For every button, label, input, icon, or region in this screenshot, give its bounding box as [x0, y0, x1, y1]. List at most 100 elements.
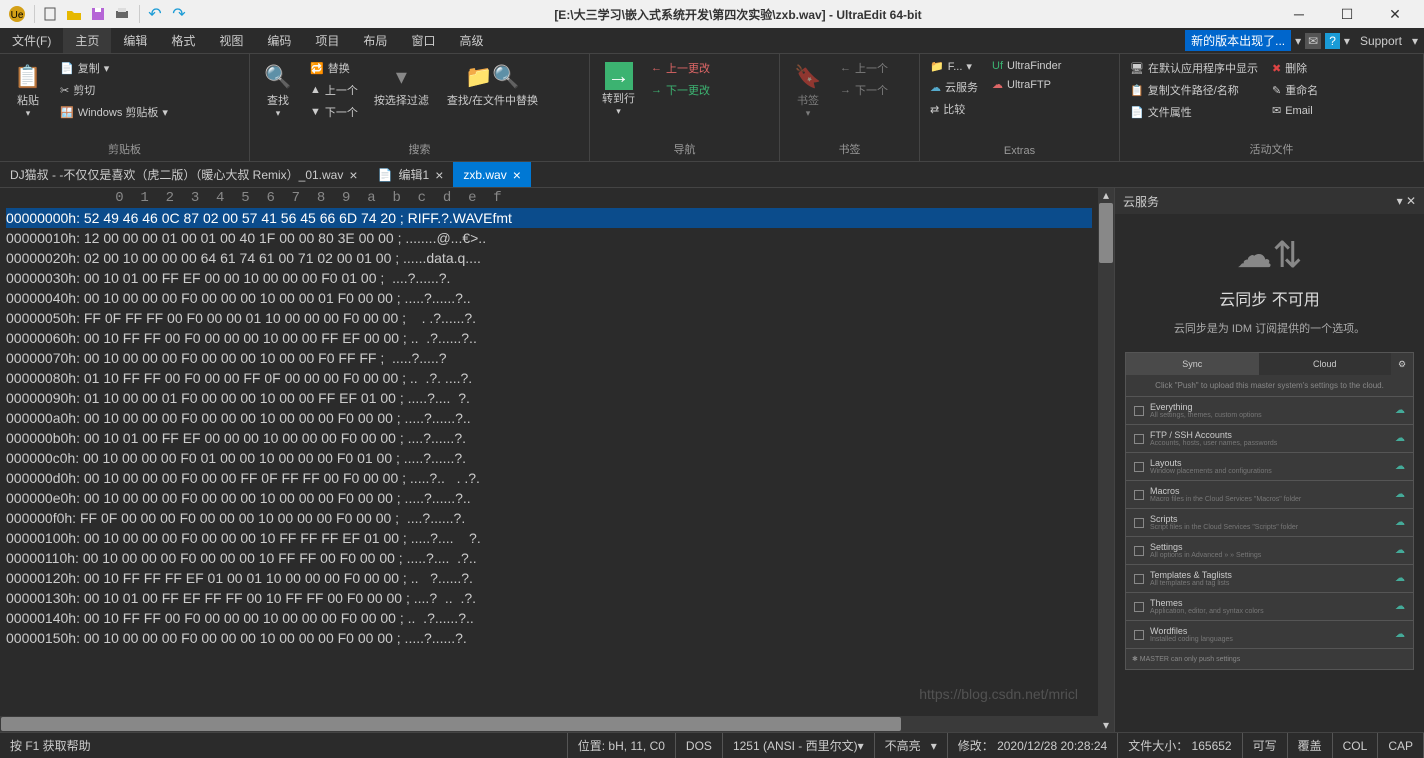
- checkbox[interactable]: [1134, 630, 1144, 640]
- menu-格式[interactable]: 格式: [159, 28, 207, 53]
- hex-row[interactable]: 00000100h: 00 10 00 00 00 F0 00 00 00 10…: [6, 528, 1092, 548]
- replace-button[interactable]: 🔁替换: [306, 58, 362, 78]
- status-highlight[interactable]: 不高亮 ▾: [875, 733, 948, 758]
- menu-高级[interactable]: 高级: [447, 28, 495, 53]
- undo-icon[interactable]: ↶: [144, 3, 166, 25]
- minimize-button[interactable]: ─: [1284, 6, 1314, 23]
- cloud-service-button[interactable]: ☁云服务: [926, 77, 982, 97]
- tab-sync[interactable]: Sync: [1126, 353, 1259, 375]
- file-tab[interactable]: 📄编辑1×: [368, 162, 454, 187]
- hex-row[interactable]: 00000150h: 00 10 00 00 00 F0 00 00 00 10…: [6, 628, 1092, 648]
- maximize-button[interactable]: ☐: [1332, 6, 1362, 23]
- hex-row[interactable]: 00000130h: 00 10 01 00 FF EF FF FF 00 10…: [6, 588, 1092, 608]
- bookmark-next-button[interactable]: →下一个: [836, 80, 892, 100]
- menu-项目[interactable]: 项目: [303, 28, 351, 53]
- print-icon[interactable]: [111, 3, 133, 25]
- next-change-button[interactable]: →下一更改: [647, 80, 714, 100]
- find-in-files-button[interactable]: 📁🔍查找/在文件中替换: [441, 58, 544, 112]
- checkbox[interactable]: [1134, 602, 1144, 612]
- menu-编码[interactable]: 编码: [255, 28, 303, 53]
- copy-path-button[interactable]: 📋复制文件路径/名称: [1126, 80, 1262, 100]
- checkbox[interactable]: [1134, 462, 1144, 472]
- hex-content[interactable]: 00000000h: 52 49 46 46 0C 87 02 00 57 41…: [0, 208, 1098, 716]
- sync-item[interactable]: LayoutsWindow placements and configurati…: [1126, 452, 1413, 480]
- hex-row[interactable]: 000000e0h: 00 10 00 00 00 F0 00 00 00 10…: [6, 488, 1092, 508]
- filter-button[interactable]: ▾按选择过滤: [368, 58, 435, 112]
- panel-close-icon[interactable]: ✕: [1406, 194, 1416, 208]
- cut-button[interactable]: ✂剪切: [56, 80, 172, 100]
- hex-row[interactable]: 00000080h: 01 10 FF FF 00 F0 00 00 FF 0F…: [6, 368, 1092, 388]
- sync-item[interactable]: WordfilesInstalled coding languages☁: [1126, 620, 1413, 648]
- save-icon[interactable]: [87, 3, 109, 25]
- sync-item[interactable]: ScriptsScript files in the Cloud Service…: [1126, 508, 1413, 536]
- tab-close-icon[interactable]: ×: [513, 167, 521, 183]
- hex-row[interactable]: 00000050h: FF 0F FF FF 00 F0 00 00 01 10…: [6, 308, 1092, 328]
- hex-row[interactable]: 00000070h: 00 10 00 00 00 F0 00 00 00 10…: [6, 348, 1092, 368]
- hex-row[interactable]: 00000000h: 52 49 46 46 0C 87 02 00 57 41…: [6, 208, 1092, 228]
- hex-row[interactable]: 00000060h: 00 10 FF FF 00 F0 00 00 00 10…: [6, 328, 1092, 348]
- hex-row[interactable]: 000000b0h: 00 10 01 00 FF EF 00 00 00 10…: [6, 428, 1092, 448]
- menu-主页[interactable]: 主页: [63, 28, 111, 53]
- sync-item[interactable]: MacrosMacro files in the Cloud Services …: [1126, 480, 1413, 508]
- new-file-icon[interactable]: [39, 3, 61, 25]
- menu-布局[interactable]: 布局: [351, 28, 399, 53]
- horizontal-scrollbar[interactable]: [0, 716, 1098, 732]
- checkbox[interactable]: [1134, 546, 1144, 556]
- prev-change-button[interactable]: ←上一更改: [647, 58, 714, 78]
- status-dos[interactable]: DOS: [676, 733, 723, 758]
- sync-item[interactable]: SettingsAll options in Advanced » » Sett…: [1126, 536, 1413, 564]
- close-button[interactable]: ✕: [1380, 6, 1410, 23]
- status-overwrite[interactable]: 覆盖: [1288, 733, 1333, 758]
- bookmark-button[interactable]: 🔖书签▾: [786, 58, 830, 123]
- hex-row[interactable]: 00000030h: 00 10 01 00 FF EF 00 00 10 00…: [6, 268, 1092, 288]
- hex-row[interactable]: 000000d0h: 00 10 00 00 00 F0 00 00 FF 0F…: [6, 468, 1092, 488]
- dropdown-icon[interactable]: ▾: [1412, 34, 1418, 48]
- hex-row[interactable]: 00000120h: 00 10 FF FF FF EF 01 00 01 10…: [6, 568, 1092, 588]
- status-encoding[interactable]: 1251 (ANSI - 西里尔文) ▾: [723, 733, 875, 758]
- menu-视图[interactable]: 视图: [207, 28, 255, 53]
- compare-button[interactable]: ⇄比较: [926, 99, 982, 119]
- file-tab[interactable]: zxb.wav×: [453, 162, 531, 187]
- find-prev-button[interactable]: ▲上一个: [306, 80, 362, 100]
- windows-clipboard-button[interactable]: 🪟Windows 剪贴板▾: [56, 102, 172, 122]
- ultraftp-button[interactable]: ☁UltraFTP: [988, 76, 1065, 93]
- file-props-button[interactable]: 📄文件属性: [1126, 102, 1262, 122]
- hex-editor[interactable]: 0 1 2 3 4 5 6 7 8 9 a b c d e f 00000000…: [0, 188, 1098, 732]
- checkbox[interactable]: [1134, 574, 1144, 584]
- gear-icon[interactable]: ⚙: [1391, 353, 1413, 375]
- bookmark-prev-button[interactable]: ←上一个: [836, 58, 892, 78]
- hex-row[interactable]: 00000090h: 01 10 00 00 01 F0 00 00 00 10…: [6, 388, 1092, 408]
- mail-icon[interactable]: ✉: [1305, 33, 1321, 49]
- f-button[interactable]: 📁F...▾: [926, 58, 982, 75]
- sync-item[interactable]: EverythingAll settings, themes, custom o…: [1126, 396, 1413, 424]
- support-link[interactable]: Support: [1354, 34, 1408, 48]
- checkbox[interactable]: [1134, 434, 1144, 444]
- hex-row[interactable]: 00000110h: 00 10 00 00 00 F0 00 00 00 10…: [6, 548, 1092, 568]
- hex-row[interactable]: 00000040h: 00 10 00 00 00 F0 00 00 00 10…: [6, 288, 1092, 308]
- hex-row[interactable]: 00000140h: 00 10 FF FF 00 F0 00 00 00 10…: [6, 608, 1092, 628]
- sync-item[interactable]: ThemesApplication, editor, and syntax co…: [1126, 592, 1413, 620]
- ultrafinder-button[interactable]: UfUltraFinder: [988, 58, 1065, 74]
- dropdown-icon[interactable]: ▾: [1344, 34, 1350, 48]
- hex-row[interactable]: 00000020h: 02 00 10 00 00 00 64 61 74 61…: [6, 248, 1092, 268]
- status-cap[interactable]: CAP: [1378, 733, 1424, 758]
- tab-close-icon[interactable]: ×: [349, 167, 357, 183]
- tab-close-icon[interactable]: ×: [435, 167, 443, 183]
- help-icon[interactable]: ?: [1325, 33, 1340, 49]
- new-version-notice[interactable]: 新的版本出现了...: [1185, 30, 1291, 51]
- vertical-scrollbar[interactable]: ▴ ▾: [1098, 188, 1114, 732]
- menu-窗口[interactable]: 窗口: [399, 28, 447, 53]
- menu-编辑[interactable]: 编辑: [111, 28, 159, 53]
- file-tab[interactable]: DJ猫叔 - -不仅仅是喜欢（虎二版）（暖心大叔 Remix）_01.wav×: [0, 162, 368, 187]
- checkbox[interactable]: [1134, 406, 1144, 416]
- redo-icon[interactable]: ↷: [168, 3, 190, 25]
- copy-button[interactable]: 📄复制▾: [56, 58, 172, 78]
- hex-row[interactable]: 000000c0h: 00 10 00 00 00 F0 01 00 00 10…: [6, 448, 1092, 468]
- sync-item[interactable]: FTP / SSH AccountsAccounts, hosts, user …: [1126, 424, 1413, 452]
- goto-line-button[interactable]: →转到行▾: [596, 58, 641, 121]
- email-button[interactable]: ✉Email: [1268, 102, 1322, 119]
- show-in-default-app-button[interactable]: 🖥在默认应用程序中显示: [1126, 58, 1262, 78]
- panel-dropdown-icon[interactable]: ▾: [1397, 194, 1403, 208]
- status-writable[interactable]: 可写: [1243, 733, 1288, 758]
- dropdown-icon[interactable]: ▾: [1295, 34, 1301, 48]
